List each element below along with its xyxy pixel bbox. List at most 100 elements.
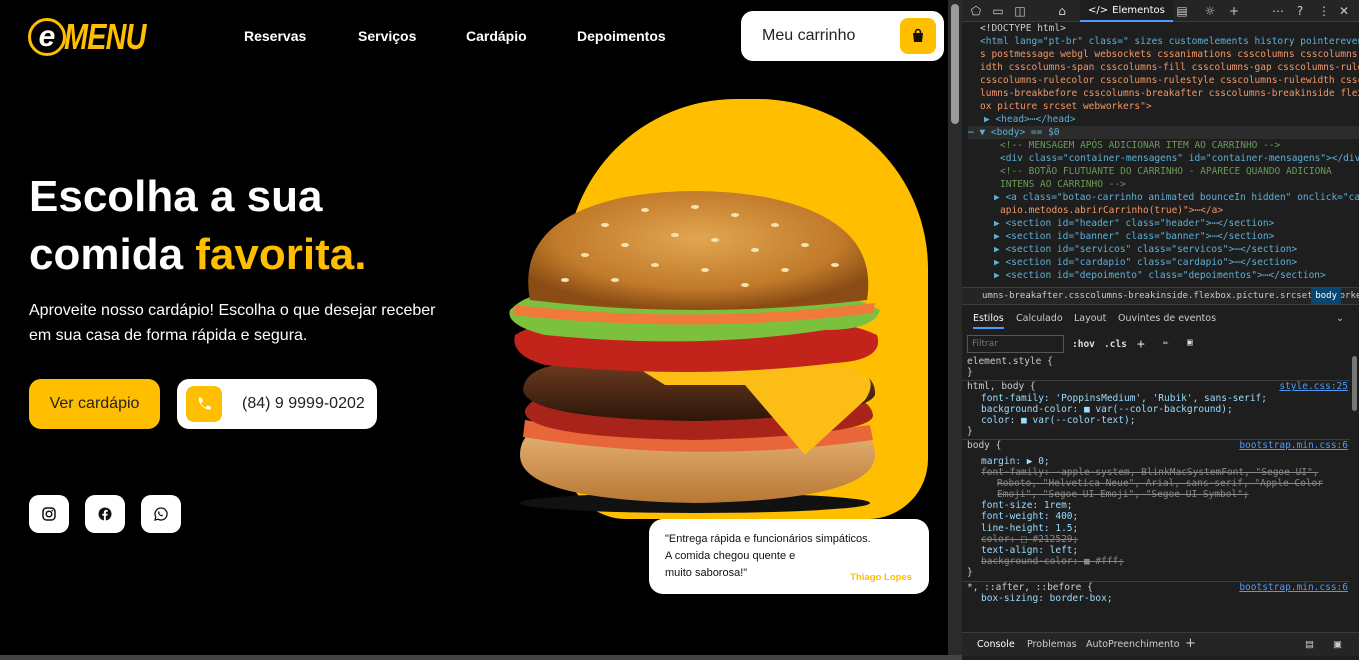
hero-subtitle: Aproveite nosso cardápio! Escolha o que … — [29, 302, 436, 344]
dom-line[interactable]: <!-- MENSAGEM APÓS ADICIONAR ITEM AO CAR… — [1000, 139, 1359, 152]
testimonial-author: Thiago Lopes — [850, 572, 912, 583]
style-declaration-overridden[interactable]: background-color: ■ #fff; — [981, 556, 1350, 567]
style-declaration[interactable]: margin: ▶ 0; — [981, 456, 1350, 467]
more-options-icon[interactable]: ⋮ — [1316, 3, 1332, 19]
close-icon[interactable]: ✕ — [1336, 3, 1352, 19]
tab-console[interactable]: Console — [977, 639, 1015, 650]
more-icon[interactable]: ⋯ — [1270, 3, 1286, 19]
dom-line[interactable]: ▶ <section id="servicos" class="servicos… — [994, 243, 1359, 256]
cls-toggle[interactable]: .cls — [1104, 339, 1127, 350]
horizontal-scrollbar[interactable] — [0, 655, 962, 660]
home-icon[interactable]: ⌂ — [1054, 3, 1070, 19]
breadcrumb-selected[interactable]: body — [1311, 288, 1341, 304]
style-selector[interactable]: html, body { — [967, 381, 1036, 392]
styles-scrollbar[interactable] — [1350, 356, 1359, 631]
testimonial-card: "Entrega rápida e funcionários simpático… — [649, 519, 929, 594]
style-source-link[interactable]: style.css:25 — [1279, 381, 1348, 392]
style-selector[interactable]: *, ::after, ::before { — [967, 582, 1093, 593]
dom-line[interactable]: ▶ <head>⋯</head> — [984, 113, 1359, 126]
whatsapp-icon — [154, 507, 168, 521]
page-scrollbar[interactable] — [948, 0, 962, 655]
dom-line: ox picture srcset webworkers"> — [980, 101, 1152, 112]
dom-line[interactable]: <html lang="pt-br" class=" sizes custome… — [980, 35, 1359, 48]
breadcrumb-path[interactable]: umns-breakafter.csscolumns-breakinside.f… — [982, 291, 1359, 301]
styles-filter-input[interactable] — [967, 335, 1064, 353]
styles-filter-row: :hov .cls + ✏ ▣ — [962, 334, 1359, 356]
tab-layout[interactable]: Layout — [1074, 313, 1106, 324]
computed-sidebar-icon[interactable]: ▣ — [1187, 337, 1193, 348]
instagram-button[interactable] — [29, 495, 69, 533]
style-declaration[interactable]: font-size: 1rem; — [981, 500, 1350, 511]
dom-line[interactable]: ▶ <section id="header" class="header">⋯<… — [994, 217, 1359, 230]
dom-line-selected[interactable]: ⋯ ▼ <body> == $0 — [968, 126, 1359, 139]
tab-styles[interactable]: Estilos — [973, 313, 1004, 329]
hov-toggle[interactable]: :hov — [1072, 339, 1095, 350]
style-declaration[interactable]: color: ■ var(--color-text); — [981, 415, 1350, 426]
style-selector[interactable]: body { — [967, 440, 1001, 451]
style-declaration[interactable]: text-align: left; — [981, 545, 1350, 556]
bug-icon[interactable]: ☼ — [1202, 3, 1218, 19]
style-source-link[interactable]: bootstrap.min.css:6 — [1239, 440, 1348, 451]
nav-servicos[interactable]: Serviços — [358, 28, 416, 44]
style-declaration[interactable]: font-weight: 400; — [981, 511, 1350, 522]
device-toggle-icon[interactable]: ▭ — [990, 3, 1006, 19]
style-declaration[interactable]: font-family: 'PoppinsMedium', 'Rubik', s… — [981, 393, 1350, 404]
dom-breadcrumb[interactable]: umns-breakafter.csscolumns-breakinside.f… — [962, 287, 1359, 305]
tab-elements[interactable]: </> Elementos — [1080, 0, 1173, 22]
facebook-button[interactable] — [85, 495, 125, 533]
sidebar-toggle-icon[interactable]: ◫ — [1012, 3, 1028, 19]
tab-autofill[interactable]: AutoPreenchimento — [1086, 639, 1180, 650]
hero-title: Escolha a sua comida favorita. — [29, 168, 366, 284]
style-declaration-overridden[interactable]: font-family: -apple-system, BlinkMacSyst… — [981, 467, 1350, 478]
chevron-down-icon[interactable]: ⌄ — [1336, 313, 1344, 324]
phone-button[interactable]: (84) 9 9999-0202 — [177, 379, 377, 429]
add-drawer-tab-icon[interactable]: + — [1185, 636, 1196, 651]
dom-line[interactable]: <div class="container-mensagens" id="con… — [1000, 152, 1359, 165]
dom-tree[interactable]: <!DOCTYPE html> <html lang="pt-br" class… — [962, 22, 1359, 284]
view-menu-button[interactable]: Ver cardápio — [29, 379, 160, 429]
dock-icon[interactable]: ▤ — [1305, 639, 1314, 650]
dom-line: apio.metodos.abrirCarrinho(true)">⋯</a> — [1000, 205, 1224, 216]
new-rule-icon[interactable]: + — [1137, 337, 1145, 352]
tab-issues[interactable]: Problemas — [1027, 639, 1077, 650]
styles-pane[interactable]: element.style { } style.css:25 html, body… — [962, 356, 1350, 631]
whatsapp-button[interactable] — [141, 495, 181, 533]
page-scrollbar-thumb[interactable] — [951, 4, 959, 124]
shopping-bag-icon — [900, 18, 936, 54]
dom-line[interactable]: <!DOCTYPE html> — [980, 22, 1359, 35]
style-brace: } — [967, 567, 973, 579]
style-selector[interactable]: element.style { — [967, 356, 1350, 367]
style-declaration[interactable]: line-height: 1.5; — [981, 523, 1350, 534]
help-icon[interactable]: ? — [1292, 3, 1308, 19]
dom-line[interactable]: <!-- BOTÃO FLUTUANTE DO CARRINHO - APARE… — [1000, 165, 1359, 178]
inspect-icon[interactable]: ⬠ — [968, 3, 984, 19]
styles-subtabs: Estilos Calculado Layout Ouvintes de eve… — [962, 308, 1359, 330]
phone-number: (84) 9 9999-0202 — [242, 395, 365, 412]
tab-event-listeners[interactable]: Ouvintes de eventos — [1118, 313, 1216, 324]
dom-line[interactable]: ▶ <section id="depoimento" class="depoim… — [994, 269, 1359, 282]
phone-icon — [186, 386, 222, 422]
styles-scrollbar-thumb[interactable] — [1352, 356, 1357, 411]
devtools-panel: ⬠ ▭ ◫ ⌂ </> Elementos ▤ ☼ + ⋯ ? ⋮ ✕ <!DOC… — [962, 0, 1359, 660]
style-brace: } — [967, 367, 973, 379]
logo[interactable]: e MENU — [28, 14, 166, 60]
cart-button[interactable]: Meu carrinho — [741, 11, 944, 61]
tab-computed[interactable]: Calculado — [1016, 313, 1063, 324]
style-source-link[interactable]: bootstrap.min.css:6 — [1239, 582, 1348, 593]
style-brace: } — [967, 426, 973, 438]
close-drawer-icon[interactable]: ▣ — [1333, 639, 1342, 650]
style-declaration-overridden[interactable]: color: □ #212529; — [981, 534, 1350, 545]
add-tab-icon[interactable]: + — [1226, 3, 1242, 19]
dom-line[interactable]: ▶ <section id="banner" class="banner">⋯<… — [994, 230, 1359, 243]
style-declaration[interactable]: box-sizing: border-box; — [981, 593, 1350, 604]
console-icon[interactable]: ▤ — [1174, 3, 1190, 19]
hero-title-line1: Escolha a sua — [29, 172, 323, 221]
paint-brush-icon[interactable]: ✏ — [1163, 337, 1169, 348]
facebook-icon — [98, 507, 112, 521]
style-declaration[interactable]: background-color: ■ var(--color-backgrou… — [981, 404, 1350, 415]
nav-reservas[interactable]: Reservas — [244, 28, 306, 44]
nav-depoimentos[interactable]: Depoimentos — [577, 28, 666, 44]
dom-line[interactable]: ▶ <a class="botao-carrinho animated boun… — [994, 191, 1359, 204]
dom-line[interactable]: ▶ <section id="cardapio" class="cardapio… — [994, 256, 1359, 269]
nav-cardapio[interactable]: Cardápio — [466, 28, 527, 44]
